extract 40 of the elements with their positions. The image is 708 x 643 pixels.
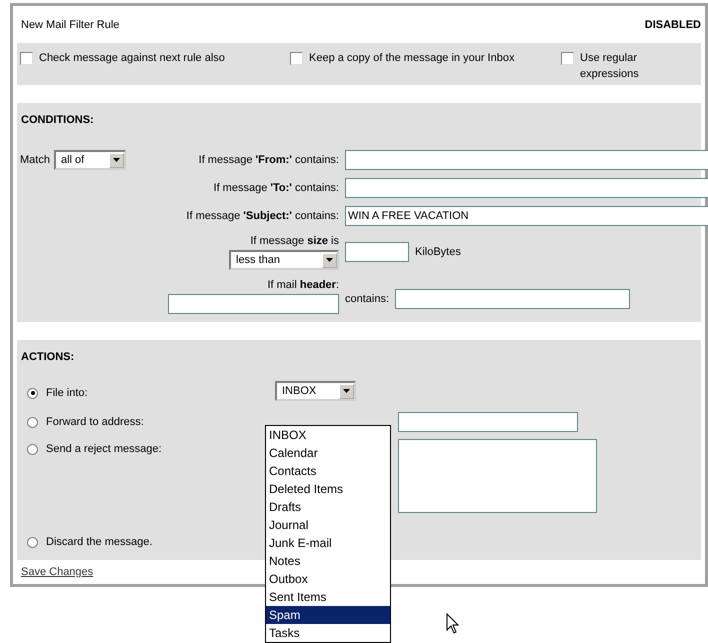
mouse-pointer-icon xyxy=(446,613,459,634)
condition-label: If message 'Subject:' contains: xyxy=(186,208,339,224)
save-changes-link[interactable]: Save Changes xyxy=(21,566,94,578)
folder-select[interactable]: INBOX xyxy=(275,381,356,401)
checkbox[interactable] xyxy=(290,52,303,65)
condition-label: If mail header: xyxy=(267,278,339,293)
folder-option[interactable]: Spam xyxy=(266,606,390,624)
address-field[interactable] xyxy=(398,412,578,432)
condition-label: If message 'To:' contains: xyxy=(214,180,339,196)
section-heading: ACTIONS: xyxy=(20,350,76,365)
status-label: DISABLED xyxy=(644,19,701,31)
radio-button[interactable] xyxy=(27,416,38,428)
header-value-field[interactable] xyxy=(395,289,630,309)
header-name-field[interactable] xyxy=(168,294,339,314)
checkbox-label: Check message against next rule also xyxy=(39,51,225,66)
condition-field[interactable] xyxy=(345,178,708,198)
rule-title: New Mail Filter Rule xyxy=(21,19,120,31)
match-label: Match xyxy=(20,154,50,166)
unit-label: KiloBytes xyxy=(415,246,461,258)
condition-field[interactable] xyxy=(345,150,708,170)
action-label: Send a reject message: xyxy=(46,443,162,455)
condition-label: If message size is xyxy=(250,234,339,249)
checkbox[interactable] xyxy=(561,52,574,65)
checkbox[interactable] xyxy=(20,52,33,65)
match-select[interactable]: all of xyxy=(54,150,126,170)
action-label: File into: xyxy=(46,387,88,399)
condition-label: If message 'From:' contains: xyxy=(198,152,339,168)
section-heading: CONDITIONS: xyxy=(20,113,95,128)
contains-label: contains: xyxy=(345,293,390,305)
radio-button[interactable] xyxy=(27,388,38,398)
checkbox-label: Keep a copy of the message in your Inbox xyxy=(309,51,514,66)
action-label: Discard the message. xyxy=(46,536,152,548)
checkbox-label: Use regular expressions xyxy=(580,51,640,82)
radio-button[interactable] xyxy=(27,444,38,454)
size-field[interactable] xyxy=(345,242,409,262)
condition-field[interactable]: WIN A FREE VACATION xyxy=(345,206,708,226)
action-label: Forward to address: xyxy=(46,416,144,428)
radio-button[interactable] xyxy=(27,536,38,548)
reject-message-field[interactable] xyxy=(398,439,597,513)
size-select[interactable]: less than xyxy=(229,250,339,270)
